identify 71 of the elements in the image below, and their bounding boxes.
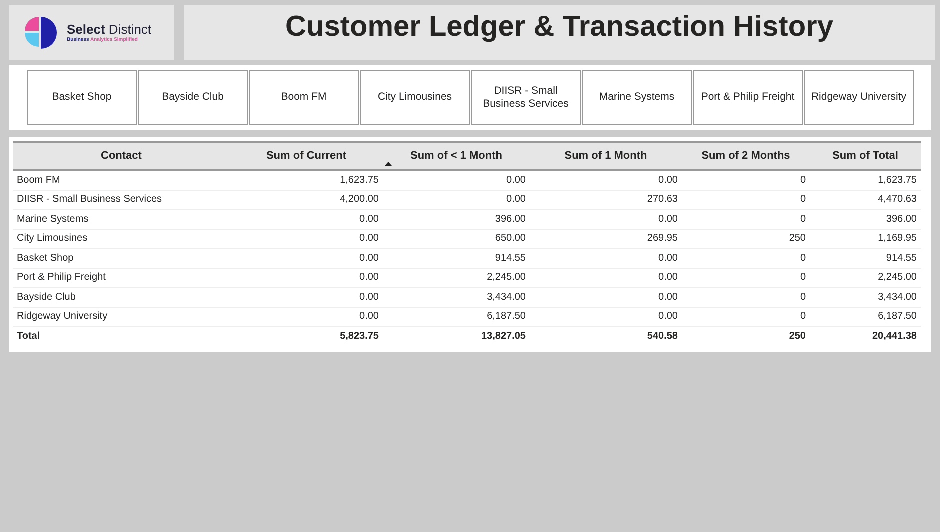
table-cell: 0 (682, 268, 810, 288)
table-cell: 269.95 (530, 229, 682, 248)
table-cell: City Limousines (13, 229, 230, 248)
table-cell: 0.00 (230, 210, 383, 229)
table-cell: 1,623.75 (810, 170, 921, 190)
table-cell: 6,187.50 (810, 307, 921, 326)
table-cell: 270.63 (530, 190, 682, 210)
slicer-button[interactable]: Port & Philip Freight (693, 70, 803, 125)
table-cell: 396.00 (383, 210, 530, 229)
slicer-button[interactable]: Marine Systems (582, 70, 692, 125)
table-cell: 0.00 (530, 248, 682, 268)
table-cell: 2,245.00 (810, 268, 921, 288)
table-cell: 396.00 (810, 210, 921, 229)
table-cell: Basket Shop (13, 248, 230, 268)
table-cell: 914.55 (810, 248, 921, 268)
column-header[interactable]: Sum of Total (810, 142, 921, 170)
table-cell: 0.00 (383, 190, 530, 210)
slicer-button[interactable]: City Limousines (360, 70, 470, 125)
table-cell: 1,169.95 (810, 229, 921, 248)
table-cell: 0 (682, 307, 810, 326)
slicer-button[interactable]: Basket Shop (27, 70, 137, 125)
table-cell: 250 (682, 229, 810, 248)
table-cell: 0.00 (230, 268, 383, 288)
slicer-button[interactable]: Boom FM (249, 70, 359, 125)
brand-name: Select Distinct (67, 22, 152, 37)
total-cell: 20,441.38 (810, 326, 921, 346)
table-cell: 0 (682, 248, 810, 268)
total-cell: 540.58 (530, 326, 682, 346)
column-header[interactable]: Sum of 2 Months (682, 142, 810, 170)
slicer-button[interactable]: Bayside Club (138, 70, 248, 125)
table-cell: Bayside Club (13, 288, 230, 307)
table-cell: Port & Philip Freight (13, 268, 230, 288)
total-cell: 13,827.05 (383, 326, 530, 346)
table-cell: DIISR - Small Business Services (13, 190, 230, 210)
table-cell: 4,200.00 (230, 190, 383, 210)
table-cell: 6,187.50 (383, 307, 530, 326)
table-cell: 3,434.00 (383, 288, 530, 307)
slicer-button[interactable]: Ridgeway University (804, 70, 914, 125)
logo-icon (23, 14, 59, 50)
table-cell: 1,623.75 (230, 170, 383, 190)
table-cell: 0.00 (383, 170, 530, 190)
column-header[interactable]: Sum of < 1 Month (383, 142, 530, 170)
table-cell: Marine Systems (13, 210, 230, 229)
table-cell: 0.00 (530, 268, 682, 288)
total-cell: 5,823.75 (230, 326, 383, 346)
table-cell: 914.55 (383, 248, 530, 268)
table-cell: Ridgeway University (13, 307, 230, 326)
table-cell: 0 (682, 170, 810, 190)
total-cell: Total (13, 326, 230, 346)
table-cell: 0 (682, 210, 810, 229)
table-cell: Boom FM (13, 170, 230, 190)
table-cell: 650.00 (383, 229, 530, 248)
total-cell: 250 (682, 326, 810, 346)
column-header[interactable]: Contact (13, 142, 230, 170)
table-cell: 2,245.00 (383, 268, 530, 288)
table-cell: 0.00 (230, 307, 383, 326)
table-cell: 0.00 (230, 248, 383, 268)
table-cell: 4,470.63 (810, 190, 921, 210)
table-cell: 0.00 (230, 229, 383, 248)
table-cell: 0 (682, 288, 810, 307)
table-cell: 0.00 (530, 288, 682, 307)
table-cell: 0.00 (230, 288, 383, 307)
column-header[interactable]: Sum of Current (230, 142, 383, 170)
table-cell: 0 (682, 190, 810, 210)
report-title: Customer Ledger & Transaction History (286, 11, 834, 44)
table-cell: 0.00 (530, 307, 682, 326)
table-cell: 0.00 (530, 170, 682, 190)
table-cell: 0.00 (530, 210, 682, 229)
column-header[interactable]: Sum of 1 Month (530, 142, 682, 170)
slicer-button[interactable]: DIISR - Small Business Services (471, 70, 581, 125)
table-cell: 3,434.00 (810, 288, 921, 307)
